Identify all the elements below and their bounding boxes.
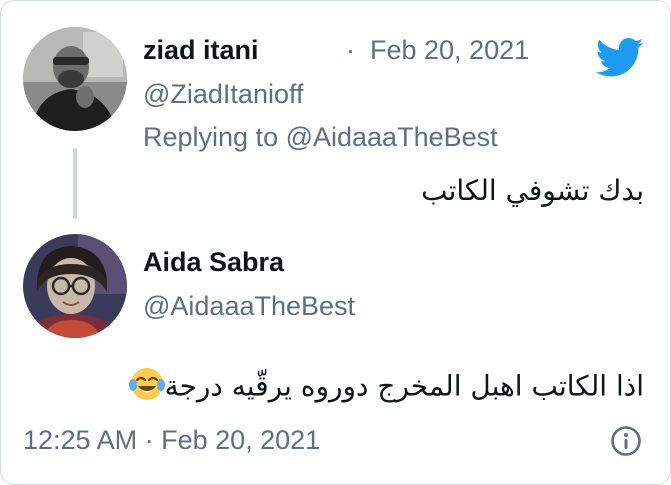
tweet-card: ziad itani · Feb 20, 2021 @ZiadItanioff … <box>0 0 671 485</box>
reply-timestamp[interactable]: 12:25 AM · Feb 20, 2021 <box>23 425 320 456</box>
face-with-tears-of-joy-emoji <box>128 366 165 409</box>
replying-to: Replying to @AidaaaTheBest <box>143 122 498 153</box>
twitter-bird-icon <box>596 38 644 77</box>
author-handle[interactable]: @ZiadItanioff <box>143 79 304 110</box>
tweet-date[interactable]: Feb 20, 2021 <box>370 35 529 66</box>
avatar-aida-sabra[interactable] <box>23 234 127 338</box>
avatar-ziad-itani[interactable] <box>23 27 127 131</box>
replying-to-label: Replying to <box>143 122 286 152</box>
reply-author-handle[interactable]: @AidaaaTheBest <box>143 291 355 322</box>
thread-connector-line <box>73 148 77 219</box>
separator-dot: · <box>346 35 355 65</box>
info-icon[interactable] <box>610 425 642 457</box>
reply-author-name[interactable]: Aida Sabra <box>143 247 284 278</box>
reply-text-line: اذا الكاتب اهبل المخرج دوروه يرقّيه درجة <box>121 366 644 409</box>
replying-to-mention[interactable]: @AidaaaTheBest <box>286 122 498 152</box>
author-name[interactable]: ziad itani <box>143 35 259 66</box>
tweet-text: بدك تشوفي الكاتب <box>421 174 644 207</box>
reply-text: اذا الكاتب اهبل المخرج دوروه يرقّيه درجة <box>164 369 644 403</box>
